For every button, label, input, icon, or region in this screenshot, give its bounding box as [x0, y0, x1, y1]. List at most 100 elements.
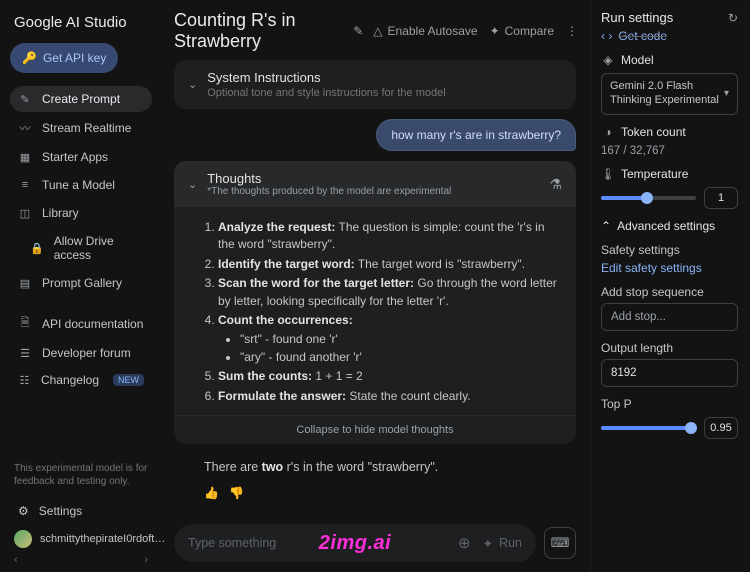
output-length-input[interactable]: 8192: [601, 359, 738, 387]
app-logo[interactable]: Google AI Studio: [14, 14, 152, 31]
temperature-value[interactable]: 1: [704, 187, 738, 209]
chat-area: ⌄ System Instructions Optional tone and …: [160, 60, 590, 514]
add-attachment-icon[interactable]: ⊕: [458, 534, 471, 552]
new-badge: NEW: [113, 374, 144, 386]
thought-substep: "ary" - found another 'r': [240, 349, 558, 366]
token-icon: ◑: [601, 125, 615, 139]
main-area: Counting R's in Strawberry ✎ △ Enable Au…: [160, 0, 590, 572]
input-row: Type something 2img.ai ⊕ ✦ Run ⌨: [160, 514, 590, 572]
grid-icon: ▦: [18, 151, 32, 164]
sidebar-item-prompt-gallery[interactable]: ▤ Prompt Gallery: [10, 270, 152, 296]
temperature-slider[interactable]: [601, 196, 696, 200]
thoughts-subtitle: *The thoughts produced by the model are …: [207, 186, 451, 197]
sidebar-item-settings[interactable]: ⚙ Settings: [10, 498, 152, 524]
prompt-input[interactable]: Type something 2img.ai ⊕ ✦ Run: [174, 524, 536, 562]
keyboard-button[interactable]: ⌨: [544, 527, 576, 559]
feedback-row: 👍 👎: [204, 486, 576, 500]
advanced-settings-toggle[interactable]: ⌃ Advanced settings: [601, 219, 738, 233]
sidebar-item-label: Create Prompt: [42, 92, 120, 106]
run-button[interactable]: ✦ Run: [483, 536, 522, 551]
model-select[interactable]: Gemini 2.0 Flash Thinking Experimental ▾: [601, 73, 738, 115]
system-instructions-subtitle: Optional tone and style instructions for…: [207, 87, 445, 99]
stop-sequence-input[interactable]: Add stop...: [601, 303, 738, 331]
thoughts-body: Analyze the request: The question is sim…: [174, 207, 576, 415]
top-p-slider[interactable]: [601, 426, 696, 430]
sidebar-item-label: Library: [42, 206, 79, 220]
sidebar-item-starter-apps[interactable]: ▦ Starter Apps: [10, 144, 152, 170]
sidebar-item-label: Tune a Model: [42, 178, 115, 192]
beaker-icon: ⚗: [549, 176, 562, 193]
code-icon: ‹ ›: [601, 29, 612, 43]
thoughts-title: Thoughts: [207, 171, 451, 186]
temperature-label: Temperature: [621, 167, 688, 181]
sidebar-item-stream-realtime[interactable]: 〰 Stream Realtime: [10, 114, 152, 142]
sidebar-item-label: Developer forum: [42, 346, 131, 360]
sidebar-item-api-docs[interactable]: 🗎 API documentation: [10, 308, 152, 339]
thoughts-box: ⌄ Thoughts *The thoughts produced by the…: [174, 161, 576, 444]
thought-step: Identify the target word: The target wor…: [218, 256, 558, 273]
sparkle-icon: ✦: [483, 536, 493, 551]
sidebar-item-label: Prompt Gallery: [42, 276, 122, 290]
get-api-key-label: Get API key: [43, 51, 106, 65]
lock-icon: 🔒: [30, 242, 44, 255]
thought-step: Sum the counts: 1 + 1 = 2: [218, 368, 558, 385]
edit-title-icon[interactable]: ✎: [353, 24, 363, 38]
edit-safety-settings-link[interactable]: Edit safety settings: [601, 261, 738, 275]
get-code-button[interactable]: ‹ › Get code: [601, 29, 738, 43]
avatar: [14, 530, 32, 548]
doc-icon: 🗎: [18, 314, 32, 333]
top-p-label: Top P: [601, 397, 738, 411]
more-icon[interactable]: ⋮: [566, 24, 578, 38]
sidebar-item-dev-forum[interactable]: ☰ Developer forum: [10, 340, 152, 366]
thoughts-header[interactable]: ⌄ Thoughts *The thoughts produced by the…: [174, 161, 576, 207]
thought-step: Count the occurrences: "srt" - found one…: [218, 312, 558, 366]
thumbs-up-icon[interactable]: 👍: [204, 486, 219, 500]
collapse-thoughts-button[interactable]: Collapse to hide model thoughts: [174, 415, 576, 444]
image-icon: ▤: [18, 277, 32, 290]
top-p-value[interactable]: 0.95: [704, 417, 738, 439]
forum-icon: ☰: [18, 347, 32, 360]
sidebar-item-label: Starter Apps: [42, 150, 108, 164]
enable-autosave-button[interactable]: △ Enable Autosave: [373, 24, 477, 38]
sidebar-item-tune-model[interactable]: ≡ Tune a Model: [10, 172, 152, 198]
sidebar-item-create-prompt[interactable]: ✎ Create Prompt: [10, 86, 152, 112]
title-text: Counting R's in Strawberry: [174, 10, 345, 52]
token-value: 167 / 32,767: [601, 145, 738, 157]
wave-icon: 〰: [18, 120, 32, 136]
sidebar-item-label: API documentation: [42, 317, 143, 331]
collapse-right-icon[interactable]: ›: [144, 554, 148, 566]
sidebar-item-library[interactable]: ◫ Library: [10, 200, 152, 226]
reset-icon[interactable]: ↻: [728, 11, 738, 25]
sidebar-item-allow-drive[interactable]: 🔒 Allow Drive access: [22, 228, 152, 268]
compare-label: Compare: [505, 24, 554, 38]
user-account[interactable]: schmittythepirateI0rdoft…: [10, 524, 152, 554]
sidebar-item-changelog[interactable]: ☷ Changelog NEW: [10, 367, 152, 393]
thumbs-down-icon[interactable]: 👎: [229, 486, 244, 500]
get-api-key-button[interactable]: 🔑 Get API key: [10, 43, 118, 73]
run-label: Run: [499, 536, 522, 550]
prompt-placeholder: Type something: [188, 536, 276, 550]
thought-substep: "srt" - found one 'r': [240, 331, 558, 348]
username: schmittythepirateI0rdoft…: [40, 533, 165, 545]
chevron-down-icon[interactable]: ⌄: [188, 78, 197, 91]
temperature-icon: 🌡: [601, 167, 615, 181]
system-instructions-title: System Instructions: [207, 70, 445, 85]
model-label: Model: [621, 53, 654, 67]
safety-settings-label: Safety settings: [601, 243, 738, 257]
model-value: Gemini 2.0 Flash Thinking Experimental: [610, 80, 724, 108]
autosave-icon: △: [373, 24, 382, 38]
compare-icon: ✦: [490, 24, 500, 38]
thought-step: Scan the word for the target letter: Go …: [218, 275, 558, 310]
chevron-down-icon[interactable]: ⌄: [188, 178, 197, 191]
system-instructions-box[interactable]: ⌄ System Instructions Optional tone and …: [174, 60, 576, 109]
thought-step: Formulate the answer: State the count cl…: [218, 388, 558, 405]
model-answer: There are two r's in the word "strawberr…: [204, 460, 546, 474]
compare-button[interactable]: ✦ Compare: [490, 24, 554, 38]
stop-placeholder: Add stop...: [611, 311, 666, 323]
collapse-left-icon[interactable]: ‹: [14, 554, 18, 566]
chevron-down-icon: ▾: [724, 88, 729, 101]
token-label: Token count: [621, 125, 686, 139]
gear-icon: ⚙: [18, 504, 29, 518]
user-message: how many r's are in strawberry?: [376, 119, 576, 151]
advanced-label: Advanced settings: [617, 219, 715, 233]
